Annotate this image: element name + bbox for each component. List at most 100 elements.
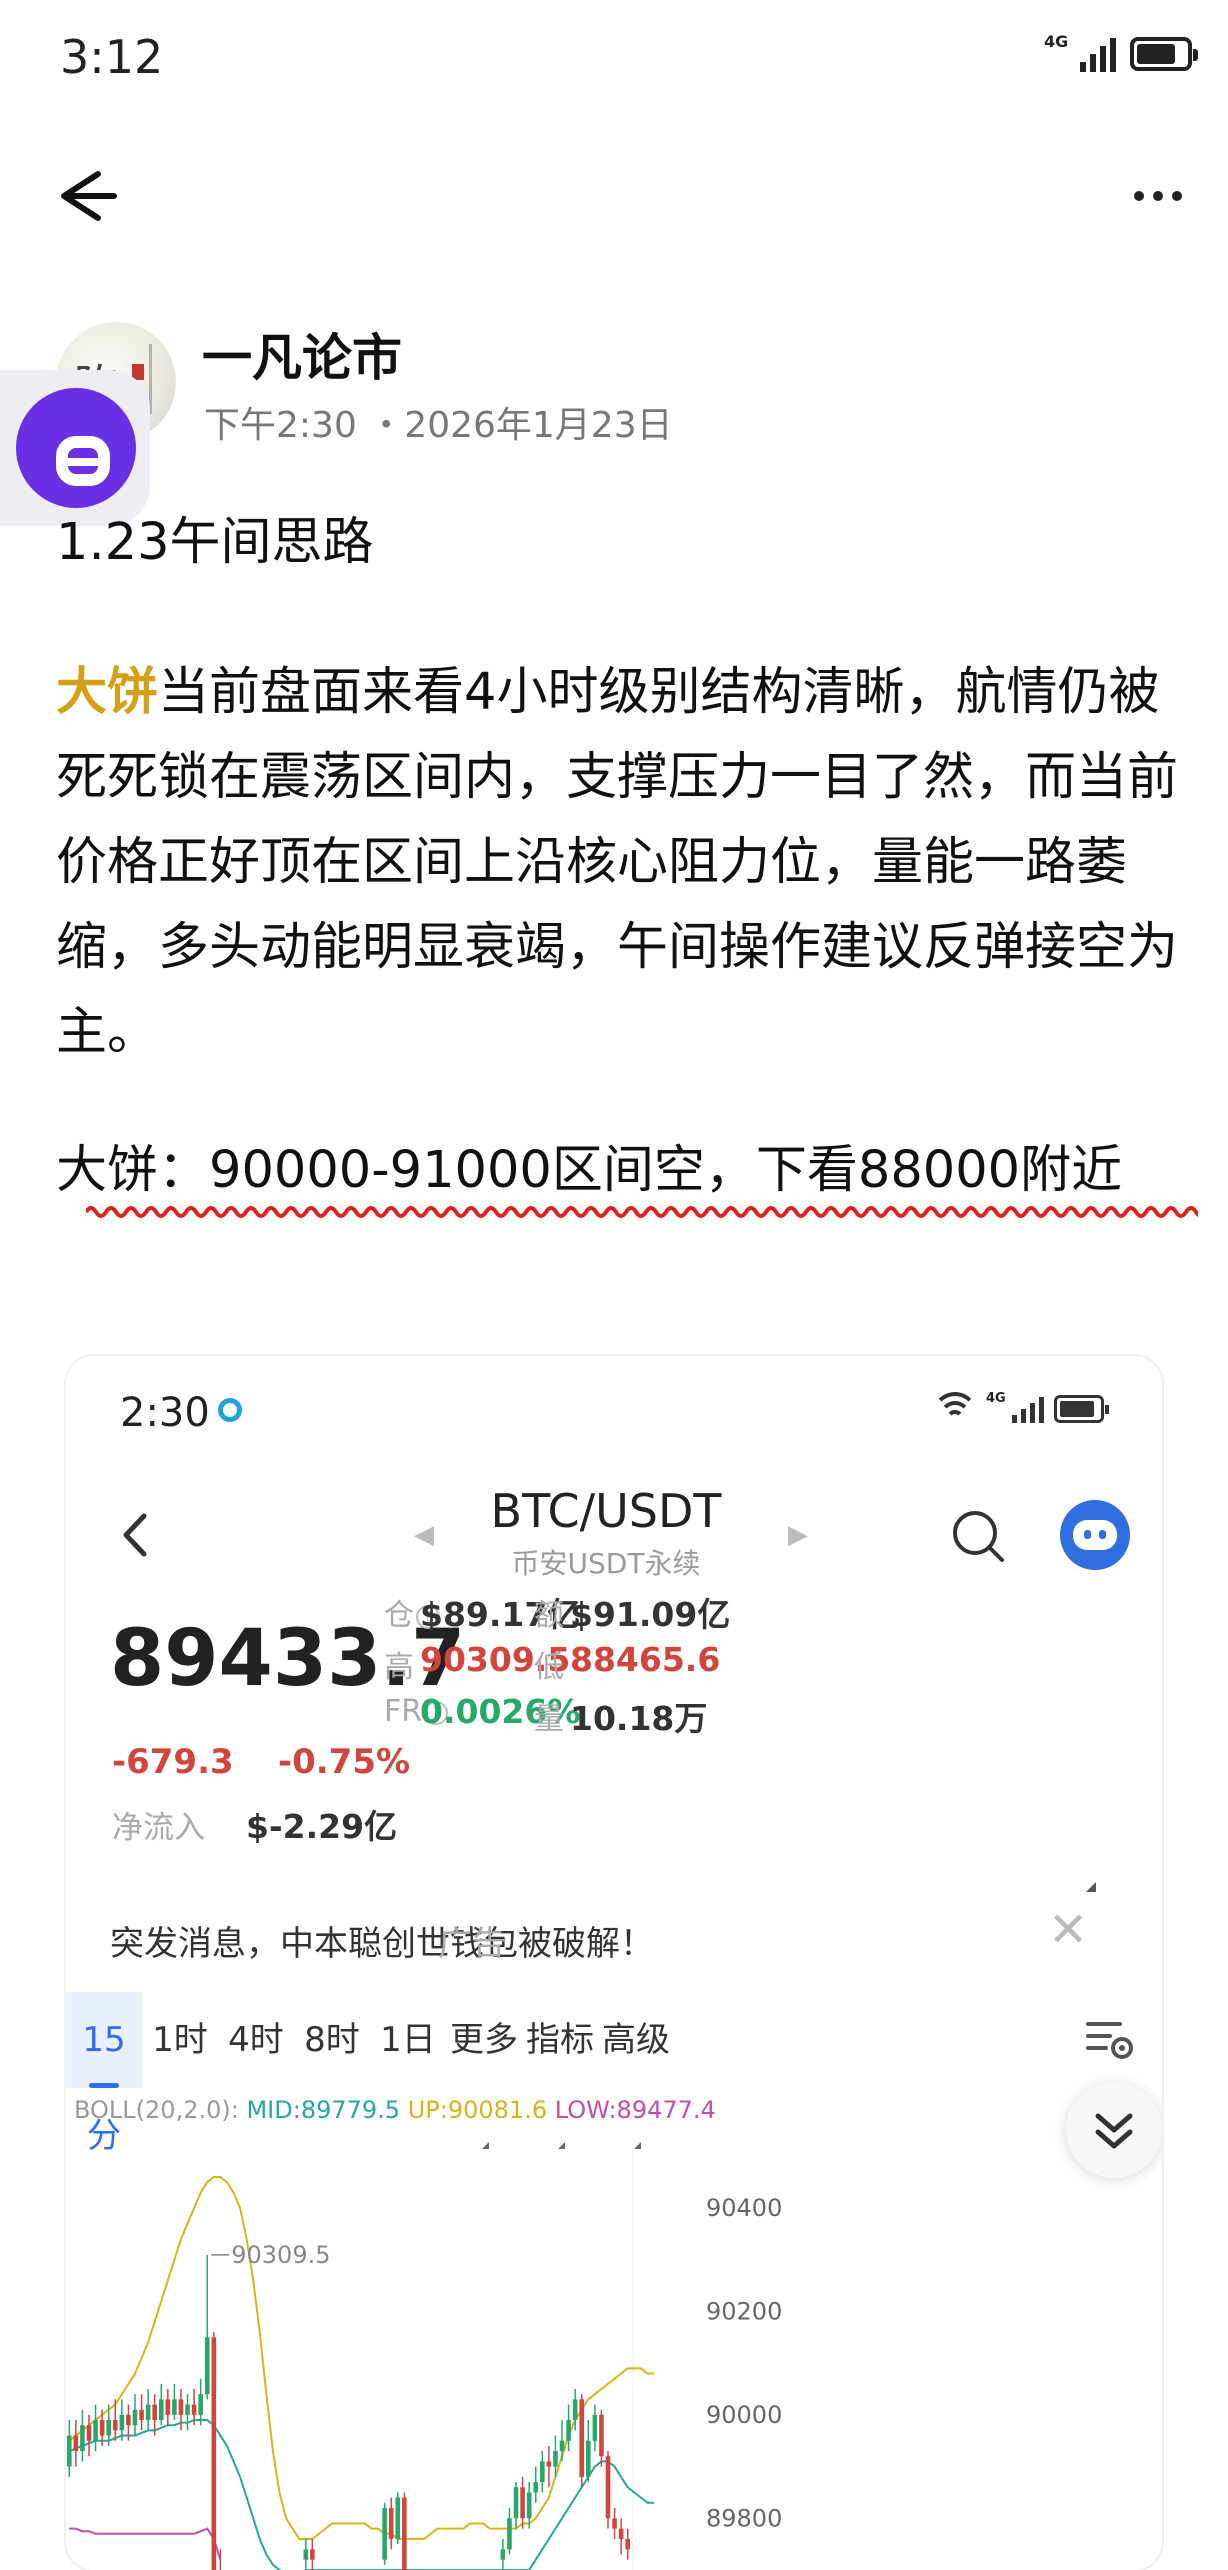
candle	[172, 2383, 177, 2421]
candle	[382, 2502, 387, 2565]
candle	[507, 2507, 512, 2555]
highlight-keyword[interactable]: 大饼	[56, 663, 158, 722]
candle	[520, 2476, 525, 2529]
candlestick-chart[interactable]: 90400 90200 90000 89800 90309.5	[66, 2146, 1162, 2570]
stat-volume-value: 10.18万	[570, 1699, 708, 1738]
candle	[540, 2451, 545, 2493]
stat-turnover-label: 额	[534, 1598, 564, 1633]
search-icon[interactable]	[946, 1504, 1010, 1568]
candle	[165, 2389, 171, 2426]
stat-low-value: 88465.6	[570, 1640, 721, 1679]
candle	[618, 2518, 624, 2555]
tab-8[interactable]: 高级	[598, 1992, 674, 2149]
more-options-icon[interactable]	[1118, 160, 1198, 232]
double-chevron-down-icon[interactable]	[1066, 2082, 1162, 2178]
high-marker-label: 90309.5	[231, 2241, 330, 2269]
tab-6[interactable]: 更多	[446, 1992, 522, 2149]
candle	[585, 2420, 591, 2483]
netflow-value: $-2.29亿	[246, 1807, 398, 1846]
ad-label: 广告	[438, 1924, 506, 1964]
candle	[592, 2404, 598, 2452]
stat-high-label: 高	[384, 1650, 414, 1685]
y-tick-label: 90400	[706, 2194, 782, 2222]
pair-name[interactable]: BTC/USDT	[406, 1484, 806, 1538]
candle	[599, 2409, 604, 2467]
chart-settings-icon[interactable]	[1084, 2014, 1136, 2064]
candle	[310, 2538, 315, 2570]
stat-low-label: 低	[534, 1650, 564, 1685]
y-tick-label: 89800	[706, 2504, 782, 2532]
candle	[559, 2420, 565, 2462]
author-name[interactable]: 一凡论市	[202, 318, 402, 390]
embedded-screenshot[interactable]: 2:30 4G ◀ BTC/USDT 币安USDT永续 ▶ 89433.7 -6…	[66, 1356, 1162, 2570]
chevron-left-icon[interactable]	[112, 1502, 162, 1568]
status-indicators: 4G	[1044, 32, 1198, 74]
tab-3[interactable]: 4时	[218, 1992, 294, 2088]
post-body-text: 当前盘面来看4小时级别结构清晰，航情仍被死死锁在震荡区间内，支撑压力一目了然，而…	[56, 663, 1179, 1062]
change-percent: -0.75%	[278, 1742, 411, 1782]
back-arrow-icon[interactable]	[48, 160, 128, 232]
boll-upper-line	[68, 2176, 654, 2540]
change-absolute: -679.3	[112, 1742, 234, 1782]
screenshot-status-time: 2:30	[120, 1390, 210, 1436]
post-timestamp: 下午2:30 ・2026年1月23日	[204, 405, 673, 446]
tab-2[interactable]: 1时	[142, 1992, 218, 2088]
candle	[204, 2254, 210, 2400]
candle	[500, 2538, 506, 2570]
cellular-signal-icon: 4G	[1044, 32, 1116, 74]
screenshot-battery-icon	[1054, 1395, 1109, 1423]
tab-1[interactable]: 15分	[66, 1992, 142, 2156]
candle	[145, 2389, 151, 2431]
candle	[388, 2497, 394, 2550]
candle	[303, 2538, 309, 2570]
candle	[73, 2420, 79, 2467]
y-tick-label: 90000	[706, 2401, 782, 2429]
boll-indicator-readout: BOLL(20,2.0): MID:89779.5 UP:90081.6 LOW…	[74, 2096, 716, 2124]
app-logo-icon	[16, 388, 136, 508]
netflow-label: 净流入	[112, 1810, 205, 1846]
network-type: 4G	[1044, 32, 1069, 51]
spellcheck-underline	[86, 1206, 1198, 1218]
news-headline[interactable]: 突发消息，中本聪创世钱包被破解！	[110, 1916, 654, 1965]
status-time: 3:12	[60, 30, 164, 84]
timeframe-tabs: 15分 1时 4时 8时 1日 更多 指标 高级	[66, 1992, 1162, 2156]
y-tick-label: 90200	[706, 2297, 782, 2325]
post-heading: 1.23午间思路	[56, 513, 374, 572]
post-trade-call: 大饼：90000-91000区间空，下看88000附近	[56, 1141, 1123, 1200]
candle	[612, 2507, 617, 2539]
close-icon[interactable]: ✕	[1048, 1902, 1088, 1958]
candle	[93, 2404, 98, 2452]
robot-assistant-icon[interactable]	[1060, 1500, 1130, 1570]
candle	[185, 2394, 190, 2431]
candle	[132, 2394, 138, 2436]
tab-4[interactable]: 8时	[294, 1992, 370, 2088]
candle	[402, 2492, 407, 2570]
screenshot-cellular-icon: 4G	[986, 1391, 1044, 1425]
candle	[158, 2383, 164, 2426]
candle	[86, 2414, 92, 2457]
candle	[625, 2528, 631, 2560]
next-pair-icon[interactable]: ▶	[788, 1520, 808, 1550]
battery-icon	[1130, 37, 1198, 71]
post-body: 大饼当前盘面来看4小时级别结构清晰，航情仍被死死锁在震荡区间内，支撑压力一目了然…	[56, 650, 1186, 1075]
candle	[579, 2394, 585, 2488]
expand-stats-icon[interactable]	[1086, 1882, 1096, 1892]
candle	[605, 2451, 611, 2529]
stat-volume-label: 量	[534, 1702, 564, 1737]
ring-icon	[218, 1398, 242, 1422]
candle	[66, 2420, 72, 2477]
candle	[139, 2394, 144, 2431]
pair-market: 币安USDT永续	[511, 1547, 701, 1580]
candle	[533, 2466, 539, 2503]
candle	[80, 2409, 85, 2462]
candle	[546, 2445, 552, 2488]
candle	[119, 2399, 125, 2441]
stat-turnover-value: $91.09亿	[570, 1595, 731, 1634]
candle	[211, 2332, 217, 2570]
tab-5[interactable]: 1日	[370, 1992, 446, 2088]
candle	[566, 2404, 571, 2452]
boll-lower-line	[69, 2527, 222, 2560]
wifi-icon	[932, 1392, 978, 1426]
screenshot-status-indicators: 4G	[932, 1391, 1109, 1426]
tab-7[interactable]: 指标	[522, 1992, 598, 2149]
